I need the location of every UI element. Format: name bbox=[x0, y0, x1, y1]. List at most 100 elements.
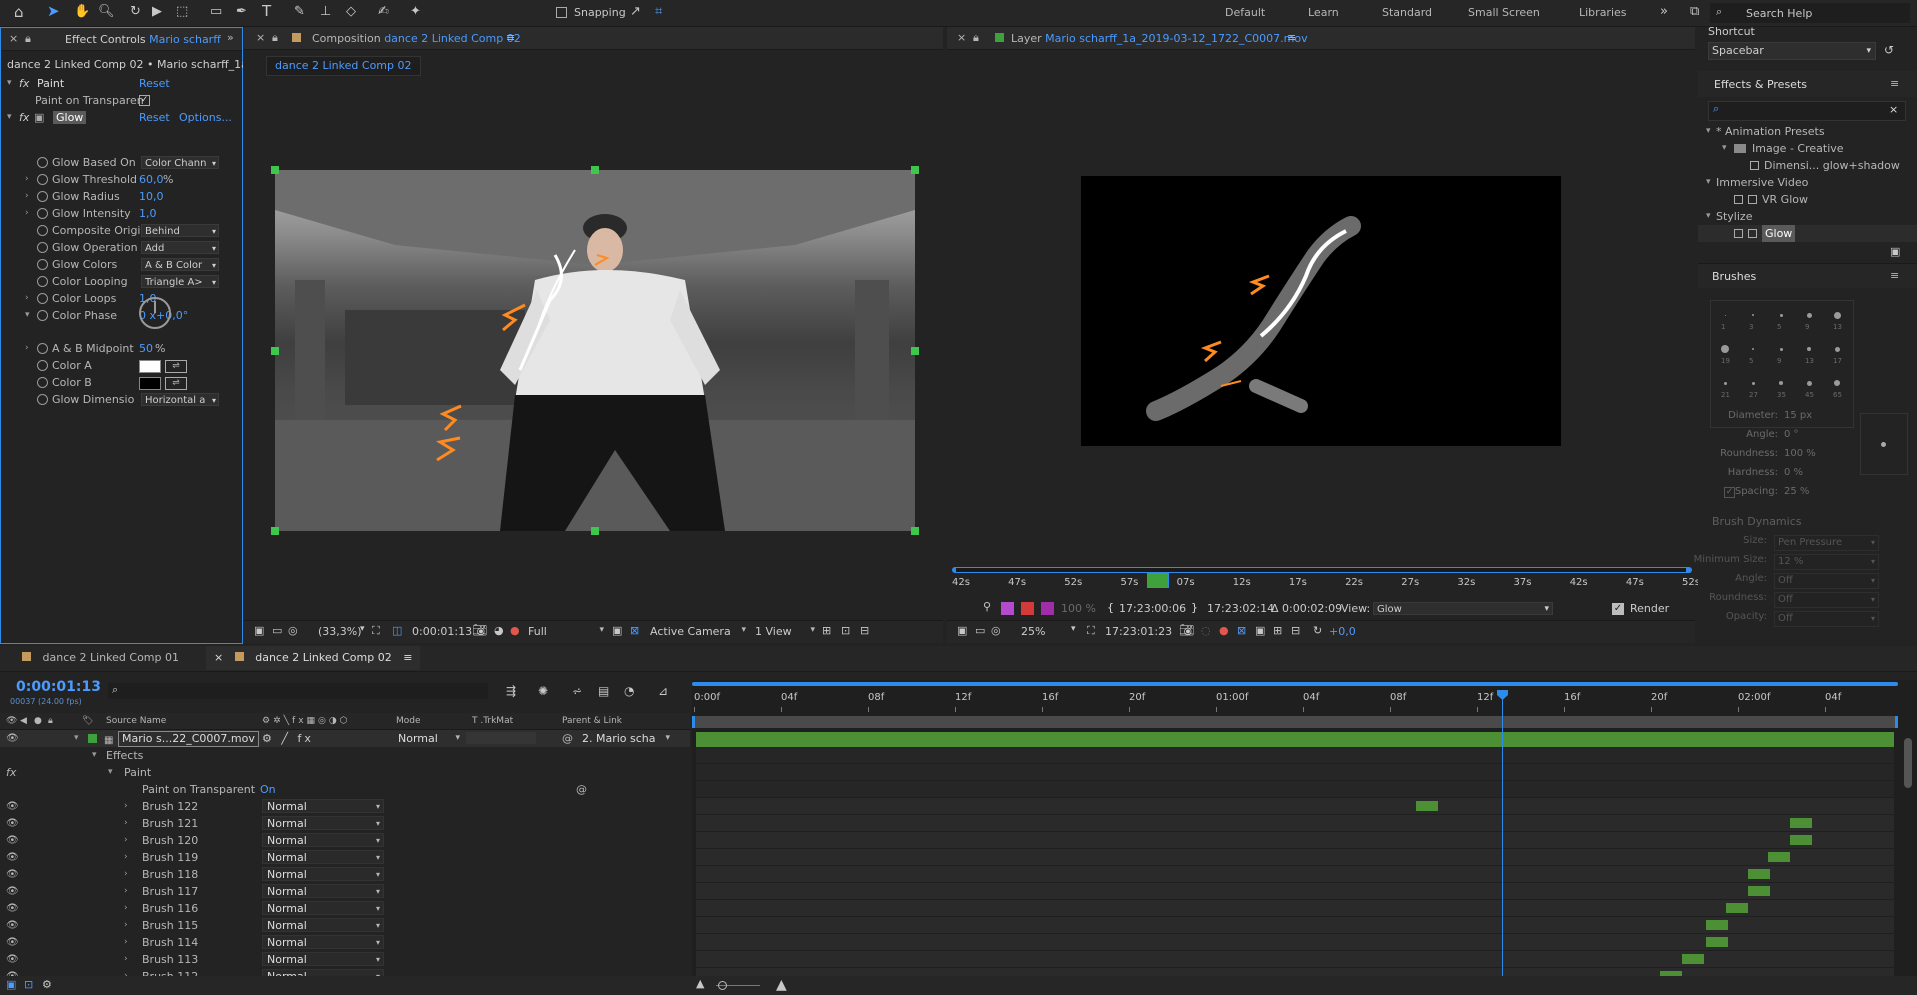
disclosure-triangle-icon[interactable]: ▾ bbox=[7, 109, 17, 126]
brush-property-value[interactable]: 25 % bbox=[1784, 486, 1809, 497]
chevron-more-icon[interactable]: » bbox=[1660, 5, 1668, 18]
glow-property-row[interactable]: Glow Operation Add ▾ bbox=[1, 239, 242, 256]
shortcut-select[interactable]: Spacebar ▾ bbox=[1708, 42, 1876, 60]
glow-property-row[interactable]: › A & B Midpoint 50% bbox=[1, 340, 242, 357]
brush-tip[interactable] bbox=[1779, 313, 1783, 317]
graph-editor-icon[interactable]: ⊿ bbox=[658, 685, 668, 697]
stopwatch-icon[interactable] bbox=[37, 360, 48, 371]
exposure-offset-value[interactable]: +0,0 bbox=[1329, 625, 1356, 638]
eye-icon[interactable]: 👁︎ bbox=[6, 815, 19, 832]
brush-duration-bar[interactable] bbox=[1790, 835, 1812, 845]
close-icon[interactable]: × bbox=[256, 31, 265, 44]
paint-group-row[interactable]: fx ▾ Paint bbox=[0, 764, 690, 781]
glow-property-value[interactable]: 60,0 bbox=[139, 171, 164, 188]
brush-track[interactable] bbox=[696, 866, 1894, 883]
brush-duration-bar[interactable] bbox=[1768, 852, 1790, 862]
parent-link-header[interactable]: Parent & Link bbox=[562, 713, 622, 729]
brush-duration-bar[interactable] bbox=[1416, 801, 1438, 811]
snapping-checkbox[interactable] bbox=[556, 7, 567, 18]
brush-tip[interactable] bbox=[1752, 314, 1754, 316]
zoom-tool-icon[interactable]: 🔍︎ bbox=[98, 5, 115, 18]
snap-magnet-icon[interactable]: ↗ bbox=[630, 5, 641, 18]
brush-tip[interactable] bbox=[1834, 380, 1840, 386]
chevron-down-icon[interactable]: ▾ bbox=[360, 625, 365, 634]
disclosure-triangle-icon[interactable]: ▾ bbox=[108, 764, 118, 781]
stopwatch-icon[interactable] bbox=[37, 310, 48, 321]
brush-layer-row[interactable]: 👁︎ › Brush 122 Normal ▾ bbox=[0, 798, 690, 815]
render-checkbox[interactable]: ✓ bbox=[1612, 603, 1624, 615]
eye-icon[interactable]: 👁︎ bbox=[6, 917, 19, 934]
brush-duration-bar[interactable] bbox=[1748, 869, 1770, 879]
workspace-default[interactable]: Default bbox=[1225, 6, 1265, 19]
disclosure-triangle-icon[interactable]: ▾ bbox=[1722, 140, 1732, 157]
trkmat-header[interactable]: T .TrkMat bbox=[472, 713, 513, 729]
region-of-interest-icon[interactable]: ▣ bbox=[612, 625, 622, 636]
puppet-tool-icon[interactable]: ✦ bbox=[410, 5, 421, 18]
brush-track[interactable] bbox=[696, 951, 1894, 968]
search-help-field[interactable]: ⌕ Search Help bbox=[1710, 3, 1910, 23]
brush-duration-bar[interactable] bbox=[1790, 818, 1812, 828]
brush-track[interactable] bbox=[696, 798, 1894, 815]
panel-menu-icon[interactable]: ≡ bbox=[1287, 31, 1296, 44]
brush-track[interactable] bbox=[696, 815, 1894, 832]
roto-brush-tool-icon[interactable]: ✍ bbox=[378, 5, 389, 18]
layer-switches[interactable]: ⚙ ╱ fx bbox=[262, 730, 314, 747]
disclosure-triangle-icon[interactable]: › bbox=[25, 340, 35, 357]
comp-mini-flowchart-icon[interactable]: ⇶ bbox=[506, 685, 516, 697]
brush-dynamics-select[interactable]: Pen Pressure ▾ bbox=[1774, 535, 1879, 551]
workspace-standard[interactable]: Standard bbox=[1382, 6, 1432, 19]
zoom-out-icon[interactable]: ▲ bbox=[696, 978, 704, 989]
fx-icon[interactable]: fx bbox=[19, 75, 29, 92]
mode-header[interactable]: Mode bbox=[396, 713, 421, 729]
glow-effect-row[interactable]: ▾ fx ▣ Glow Reset Options... bbox=[1, 109, 242, 126]
expression-pickwhip-icon[interactable]: @ bbox=[576, 781, 587, 798]
disclosure-triangle-icon[interactable]: ▾ bbox=[25, 307, 35, 324]
brush-duration-bar[interactable] bbox=[1682, 954, 1704, 964]
timeline-tab-comp01[interactable]: dance 2 Linked Comp 01 bbox=[22, 651, 179, 664]
stopwatch-icon[interactable] bbox=[37, 377, 48, 388]
brush-mode-select[interactable]: Normal ▾ bbox=[262, 952, 384, 966]
disclosure-triangle-icon[interactable]: › bbox=[124, 883, 134, 900]
layer-mode-select[interactable]: Normal ▾ bbox=[398, 730, 460, 747]
glow-options-link[interactable]: Options... bbox=[179, 109, 232, 126]
eye-icon[interactable]: 👁︎ bbox=[6, 849, 19, 866]
brush-mode-select[interactable]: Normal ▾ bbox=[262, 816, 384, 830]
selection-tool-icon[interactable]: ➤ bbox=[47, 4, 60, 19]
effects-tree-item[interactable]: ▾ * Animation Presets bbox=[1698, 123, 1917, 140]
brush-layer-row[interactable]: 👁︎ › Brush 115 Normal ▾ bbox=[0, 917, 690, 934]
glow-property-row[interactable]: Composite Origi Behind ▾ bbox=[1, 222, 242, 239]
export-frame-icon[interactable]: ⊟ bbox=[860, 625, 869, 636]
modes-toggle-icon[interactable]: ⊡ bbox=[24, 979, 33, 990]
eyedropper-icon[interactable]: ⇌ bbox=[165, 360, 187, 373]
source-name-header[interactable]: Source Name bbox=[106, 713, 166, 729]
clone-stamp-tool-icon[interactable]: ⊥ bbox=[320, 5, 331, 18]
vr-icon[interactable]: ◎ bbox=[991, 625, 1001, 636]
color-swatch[interactable] bbox=[139, 360, 161, 373]
selection-handle[interactable] bbox=[911, 527, 919, 535]
brush-duration-bar[interactable] bbox=[1748, 886, 1770, 896]
stopwatch-icon[interactable] bbox=[37, 276, 48, 287]
region-of-interest-icon[interactable]: ▣ bbox=[1255, 625, 1265, 636]
layer-current-time[interactable]: 17:23:01:23 bbox=[1105, 625, 1172, 638]
brush-track[interactable] bbox=[696, 883, 1894, 900]
layer-playhead-marker[interactable] bbox=[1147, 573, 1169, 588]
always-preview-icon[interactable]: ▣ bbox=[957, 625, 967, 636]
fx-icon[interactable]: fx bbox=[6, 764, 16, 781]
lock-icon[interactable]: 🔒︎ bbox=[48, 713, 53, 729]
time-navigator-bar[interactable] bbox=[692, 682, 1898, 686]
paint-transparent-value[interactable]: On bbox=[260, 781, 276, 798]
views-select[interactable]: 1 View ▾ bbox=[755, 625, 815, 638]
reset-shortcut-icon[interactable]: ↺ bbox=[1884, 44, 1894, 56]
brush-mode-select[interactable]: Normal ▾ bbox=[262, 918, 384, 932]
mask-visibility-icon[interactable]: ◫ bbox=[392, 625, 402, 636]
trkmat-select[interactable] bbox=[466, 732, 536, 744]
zoom-slider-thumb[interactable] bbox=[718, 981, 727, 990]
layer-viewer[interactable] bbox=[1081, 176, 1561, 446]
show-snapshot-icon[interactable]: ◌ bbox=[1201, 625, 1211, 636]
layer-parent-select[interactable]: 2. Mario scha ▾ bbox=[582, 730, 670, 747]
brush-dynamics-select[interactable]: Off ▾ bbox=[1774, 592, 1879, 608]
brush-tips-grid[interactable]: 1 3 5 9 13 19 5 9 13 17 21 27 35 45 65 bbox=[1710, 300, 1854, 428]
disclosure-triangle-icon[interactable]: ▾ bbox=[74, 730, 84, 747]
toggle-mask-icon[interactable]: ⊞ bbox=[1273, 625, 1282, 636]
workspace-switch-icon[interactable]: ⧉ bbox=[1690, 5, 1699, 18]
